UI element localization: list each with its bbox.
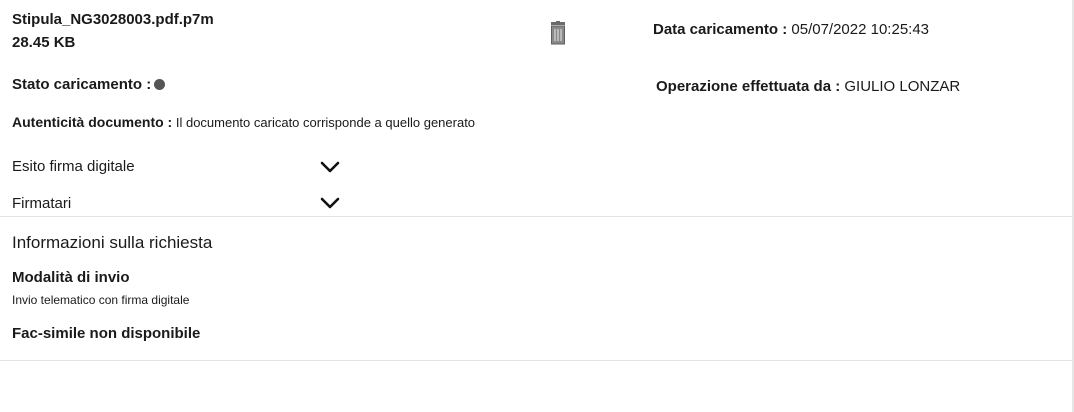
operator-value: GIULIO LONZAR (840, 78, 961, 95)
delete-button[interactable] (548, 21, 568, 45)
send-mode-label: Modalità di invio (12, 269, 130, 286)
facsimile-status: Fac-simile non disponibile (12, 325, 201, 342)
authenticity-label: Autenticità documento : (12, 114, 173, 130)
authenticity: Autenticità documento : Il documento car… (12, 114, 475, 130)
chevron-down-icon[interactable] (319, 160, 341, 174)
chevron-down-icon[interactable] (319, 196, 341, 210)
operator: Operazione effettuata da : GIULIO LONZAR (656, 78, 960, 95)
upload-status-label: Stato caricamento : (12, 76, 152, 93)
authenticity-value: Il documento caricato corrisponde a quel… (172, 115, 476, 130)
status-dot-icon (154, 79, 166, 90)
upload-date-value: 05/07/2022 10:25:43 (787, 21, 930, 38)
section-divider (0, 216, 1072, 217)
document-detail-panel: Stipula_NG3028003.pdf.p7m 28.45 KB Data … (0, 0, 1074, 412)
upload-status: Stato caricamento : (12, 76, 166, 93)
upload-date-label: Data caricamento : (653, 21, 788, 38)
file-size: 28.45 KB (12, 34, 76, 51)
file-name[interactable]: Stipula_NG3028003.pdf.p7m (12, 11, 214, 28)
operator-label: Operazione effettuata da : (656, 78, 841, 95)
trash-icon[interactable] (548, 21, 568, 45)
upload-date: Data caricamento : 05/07/2022 10:25:43 (653, 21, 929, 38)
section-divider (0, 360, 1072, 361)
request-info-title: Informazioni sulla richiesta (12, 233, 213, 252)
accordion-esito-firma[interactable]: Esito firma digitale (12, 158, 135, 175)
send-mode-value: Invio telematico con firma digitale (12, 293, 190, 307)
accordion-firmatari[interactable]: Firmatari (12, 195, 71, 212)
